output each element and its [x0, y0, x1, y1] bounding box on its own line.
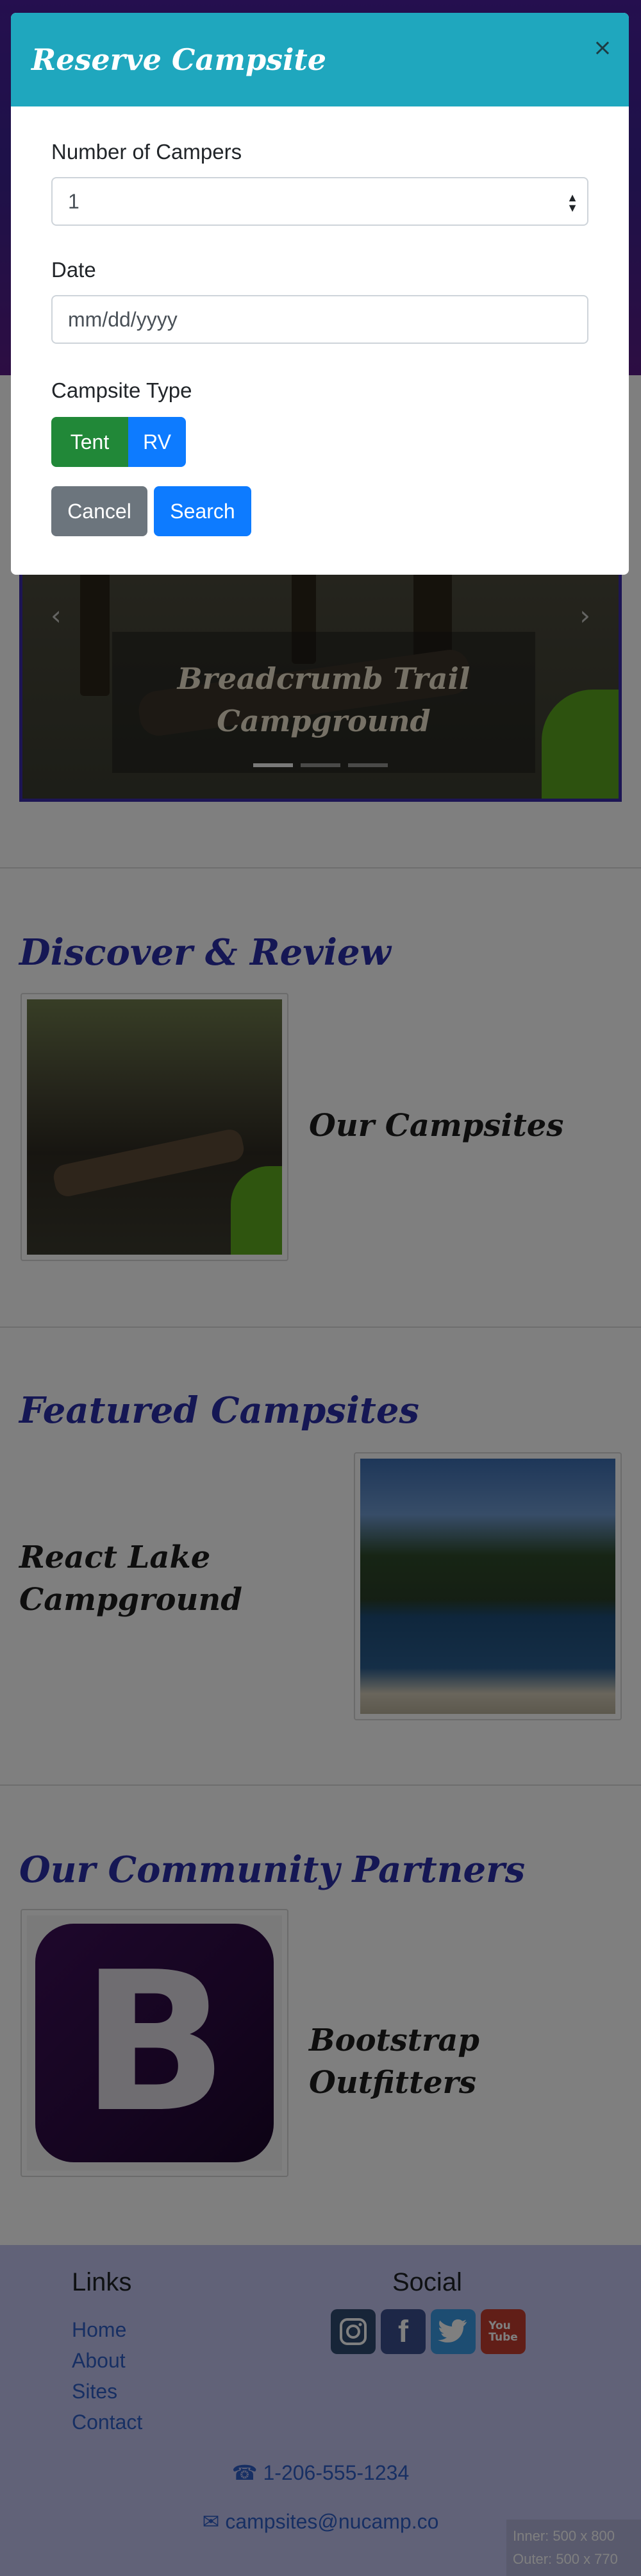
- cancel-button[interactable]: Cancel: [51, 486, 147, 536]
- select-arrows-icon: ▲ ▼: [567, 191, 578, 214]
- campsite-type-label: Campsite Type: [51, 378, 192, 402]
- rv-toggle-button[interactable]: RV: [128, 417, 186, 467]
- date-placeholder: mm/dd/yyyy: [68, 307, 178, 331]
- campers-label: Number of Campers: [51, 140, 242, 164]
- modal-header: Reserve Campsite ×: [11, 13, 629, 106]
- campers-select[interactable]: 1 ▲ ▼: [51, 177, 588, 226]
- campers-select-value: 1: [68, 189, 79, 213]
- modal-title: Reserve Campsite: [31, 42, 327, 77]
- search-button[interactable]: Search: [154, 486, 251, 536]
- date-input[interactable]: mm/dd/yyyy: [51, 295, 588, 344]
- date-label: Date: [51, 258, 96, 282]
- close-icon[interactable]: ×: [593, 35, 612, 61]
- tent-toggle-button[interactable]: Tent: [51, 417, 128, 467]
- campsite-type-toggle: Tent RV: [51, 417, 186, 467]
- reserve-campsite-modal: Reserve Campsite × Number of Campers 1 ▲…: [11, 13, 629, 575]
